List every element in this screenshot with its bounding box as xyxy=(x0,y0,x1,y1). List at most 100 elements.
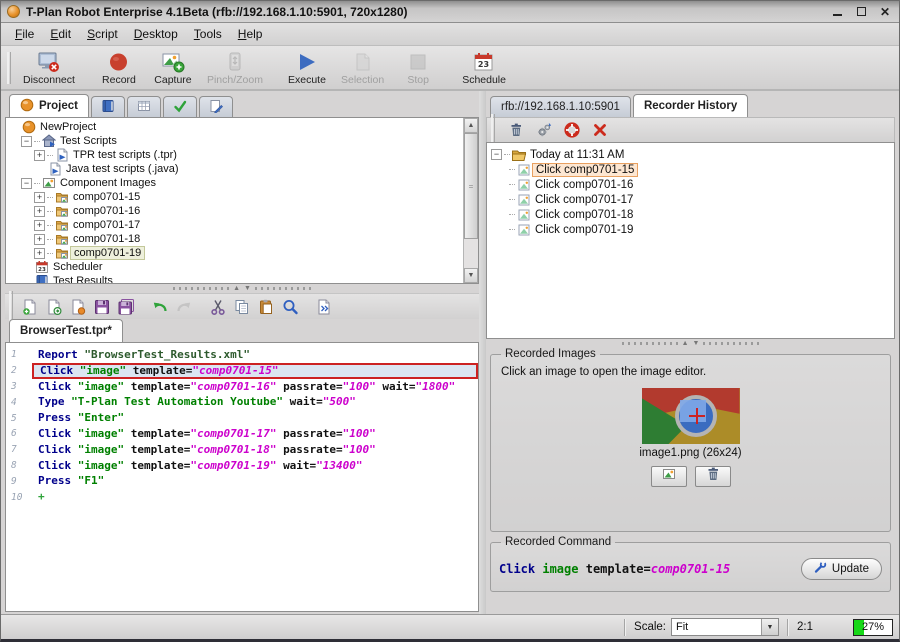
editor-line[interactable]: 10+ xyxy=(6,489,478,505)
tab-project[interactable]: Project xyxy=(9,94,89,117)
editor-line[interactable]: 8Click "image" template="comp0701-19" wa… xyxy=(6,458,478,474)
ratio-indicator: 2:1 xyxy=(797,621,849,633)
lifebuoy-icon[interactable] xyxy=(560,120,584,140)
tab-test-results-book[interactable] xyxy=(91,96,125,117)
copy-icon[interactable] xyxy=(230,297,254,317)
tree-item-scheduler[interactable]: 23Scheduler xyxy=(8,260,463,274)
close-button[interactable]: ✕ xyxy=(877,5,893,19)
editor-line[interactable]: 5Press "Enter" xyxy=(6,410,478,426)
tree-item-test-scripts[interactable]: −Test Scripts xyxy=(8,134,463,148)
recorded-image-thumbnail[interactable] xyxy=(642,388,740,444)
tree-item-comp0701-15[interactable]: +comp0701-15 xyxy=(8,190,463,204)
compile-script-icon[interactable] xyxy=(312,297,336,317)
expand-icon[interactable]: + xyxy=(34,150,45,161)
save-all-icon[interactable] xyxy=(114,297,138,317)
expand-icon[interactable]: + xyxy=(34,192,45,203)
schedule-button[interactable]: 23Schedule xyxy=(455,49,513,87)
history-item-click-comp0701-18[interactable]: Click comp0701-18 xyxy=(491,207,894,222)
new-script-icon[interactable] xyxy=(18,297,42,317)
scale-select[interactable]: Fit ▼ xyxy=(671,618,779,636)
tree-item-test-results[interactable]: Test Results xyxy=(8,274,463,283)
editor-toolbar-grip[interactable] xyxy=(9,291,13,323)
menu-tools[interactable]: Tools xyxy=(186,24,230,44)
delete-cross-icon[interactable] xyxy=(588,120,612,140)
undo-icon[interactable] xyxy=(148,297,172,317)
capture-button[interactable]: Capture xyxy=(146,49,200,87)
save-as-script-icon[interactable] xyxy=(66,297,90,317)
collapse-icon[interactable]: − xyxy=(21,136,32,147)
disconnect-button[interactable]: Disconnect xyxy=(16,49,82,87)
execute-icon xyxy=(295,50,319,73)
tree-item-label: Java test scripts (.java) xyxy=(63,163,181,175)
toolbar-grip[interactable] xyxy=(7,52,11,84)
history-images-splitter[interactable]: ▲▼ xyxy=(486,339,895,348)
dropdown-arrow-icon[interactable]: ▼ xyxy=(761,619,778,635)
minimize-button[interactable] xyxy=(829,5,845,19)
expand-icon[interactable]: + xyxy=(34,206,45,217)
memory-indicator[interactable]: 27% xyxy=(853,619,893,636)
editor-line[interactable]: 1Report "BrowserTest_Results.xml" xyxy=(6,347,478,363)
tree-item-comp0701-16[interactable]: +comp0701-16 xyxy=(8,204,463,218)
menu-desktop[interactable]: Desktop xyxy=(126,24,186,44)
menu-help[interactable]: Help xyxy=(230,24,271,44)
tree-editor-splitter[interactable]: ▲▼ xyxy=(5,284,479,293)
expand-icon[interactable]: + xyxy=(34,248,45,259)
tree-item-java-test-scripts-java-[interactable]: Java test scripts (.java) xyxy=(8,162,463,176)
paste-icon[interactable] xyxy=(254,297,278,317)
tab-rfb-192-168-1-10-5901[interactable]: rfb://192.168.1.10:5901 xyxy=(490,96,631,117)
line-number: 10 xyxy=(6,492,32,503)
settings-gears-icon[interactable] xyxy=(532,120,556,140)
tab-check[interactable] xyxy=(163,96,197,117)
scrollbar-track[interactable]: = xyxy=(464,133,478,268)
tab-recorder-history[interactable]: Recorder History xyxy=(633,94,748,117)
record-button[interactable]: Record xyxy=(92,49,146,87)
editor-line-highlighted[interactable]: 2Click "image" template="comp0701-15" xyxy=(6,363,478,379)
scroll-down-icon[interactable]: ▼ xyxy=(464,268,478,283)
execute-button[interactable]: Execute xyxy=(280,49,334,87)
editor-line[interactable]: 3Click "image" template="comp0701-16" pa… xyxy=(6,379,478,395)
tree-item-comp0701-17[interactable]: + comp0701-17 xyxy=(8,218,463,232)
menu-file[interactable]: File xyxy=(7,24,42,44)
script-editor[interactable]: 1Report "BrowserTest_Results.xml"2Click … xyxy=(5,342,479,612)
editor-line[interactable]: 9Press "F1" xyxy=(6,473,478,489)
history-item-click-comp0701-15[interactable]: Click comp0701-15 xyxy=(491,162,894,177)
vertical-splitter[interactable] xyxy=(479,91,486,614)
status-bar: Scale: Fit ▼ 2:1 27% xyxy=(1,614,899,639)
editor-line[interactable]: 4Type "T-Plan Test Automation Youtube" w… xyxy=(6,394,478,410)
script-file-icon xyxy=(47,162,63,176)
menu-edit[interactable]: Edit xyxy=(42,24,79,44)
editor-line[interactable]: 7Click "image" template="comp0701-18" pa… xyxy=(6,442,478,458)
tab-edit-script[interactable] xyxy=(199,96,233,117)
save-icon[interactable] xyxy=(90,297,114,317)
scroll-up-icon[interactable]: ▲ xyxy=(464,118,478,133)
history-item-click-comp0701-16[interactable]: Click comp0701-16 xyxy=(491,177,894,192)
menu-script[interactable]: Script xyxy=(79,24,126,44)
expand-icon[interactable]: + xyxy=(34,220,45,231)
scrollbar-thumb[interactable]: = xyxy=(464,133,478,239)
cut-icon[interactable] xyxy=(206,297,230,317)
open-script-icon[interactable] xyxy=(42,297,66,317)
collapse-icon[interactable]: − xyxy=(21,178,32,189)
project-tree-scrollbar[interactable]: ▲ = ▼ xyxy=(463,118,478,283)
edit-image-button[interactable] xyxy=(651,466,687,487)
update-button[interactable]: Update xyxy=(801,558,882,580)
recorded-command-group: Recorded Command Click image template=co… xyxy=(490,536,891,592)
tree-item-newproject[interactable]: NewProject xyxy=(8,120,463,134)
tree-item-label: comp0701-17 xyxy=(70,219,143,231)
history-item-click-comp0701-17[interactable]: Click comp0701-17 xyxy=(491,192,894,207)
delete-image-button[interactable] xyxy=(695,466,731,487)
find-icon[interactable] xyxy=(278,297,302,317)
tree-item-component-images[interactable]: −Component Images xyxy=(8,176,463,190)
tab-browsertest[interactable]: BrowserTest.tpr* xyxy=(9,319,123,342)
collapse-icon[interactable]: − xyxy=(491,149,502,160)
history-root[interactable]: −Today at 11:31 AM xyxy=(491,147,894,162)
tree-item-tpr-test-scripts-tpr-[interactable]: +TPR test scripts (.tpr) xyxy=(8,148,463,162)
editor-line[interactable]: 6Click "image" template="comp0701-17" pa… xyxy=(6,426,478,442)
expand-icon[interactable]: + xyxy=(34,234,45,245)
tree-item-comp0701-18[interactable]: +comp0701-18 xyxy=(8,232,463,246)
maximize-button[interactable] xyxy=(853,5,869,19)
trash-icon[interactable] xyxy=(504,120,528,140)
history-item-click-comp0701-19[interactable]: Click comp0701-19 xyxy=(491,222,894,237)
tab-table-view[interactable] xyxy=(127,96,161,117)
tree-item-comp0701-19[interactable]: +comp0701-19 xyxy=(8,246,463,260)
